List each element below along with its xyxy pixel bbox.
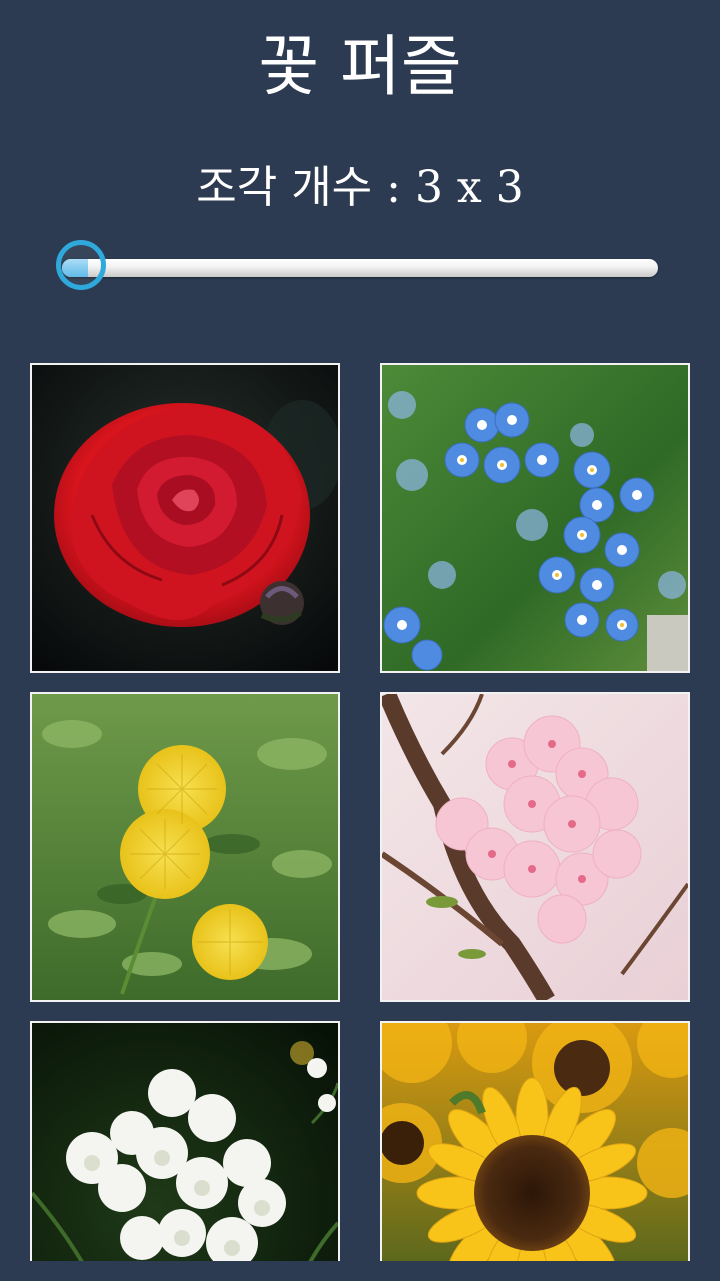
cherry-blossom-photo xyxy=(382,694,688,1000)
slider-thumb[interactable] xyxy=(56,240,106,290)
rose-photo xyxy=(32,365,338,671)
slider-track[interactable] xyxy=(62,259,658,277)
puzzle-tile-forget-me-not[interactable] xyxy=(380,363,690,673)
puzzle-image-grid xyxy=(30,363,690,1261)
forget-me-not-photo xyxy=(382,365,688,671)
bottom-edge xyxy=(0,1261,720,1281)
piece-count-label: 조각 개수 : 3 x 3 xyxy=(196,162,524,213)
white-wildflower-photo xyxy=(32,1023,338,1261)
sunflower-photo xyxy=(382,1023,688,1261)
page-title: 꽃 퍼즐 xyxy=(258,28,462,105)
puzzle-tile-rose[interactable] xyxy=(30,363,340,673)
puzzle-tile-sunflower[interactable] xyxy=(380,1021,690,1261)
piece-count-slider[interactable] xyxy=(54,238,660,298)
puzzle-tile-cherry-blossom[interactable] xyxy=(380,692,690,1002)
puzzle-tile-dandelion[interactable] xyxy=(30,692,340,1002)
app-screen: 꽃 퍼즐 조각 개수 : 3 x 3 xyxy=(0,0,720,1281)
dandelion-photo xyxy=(32,694,338,1000)
puzzle-tile-white-wildflower[interactable] xyxy=(30,1021,340,1261)
